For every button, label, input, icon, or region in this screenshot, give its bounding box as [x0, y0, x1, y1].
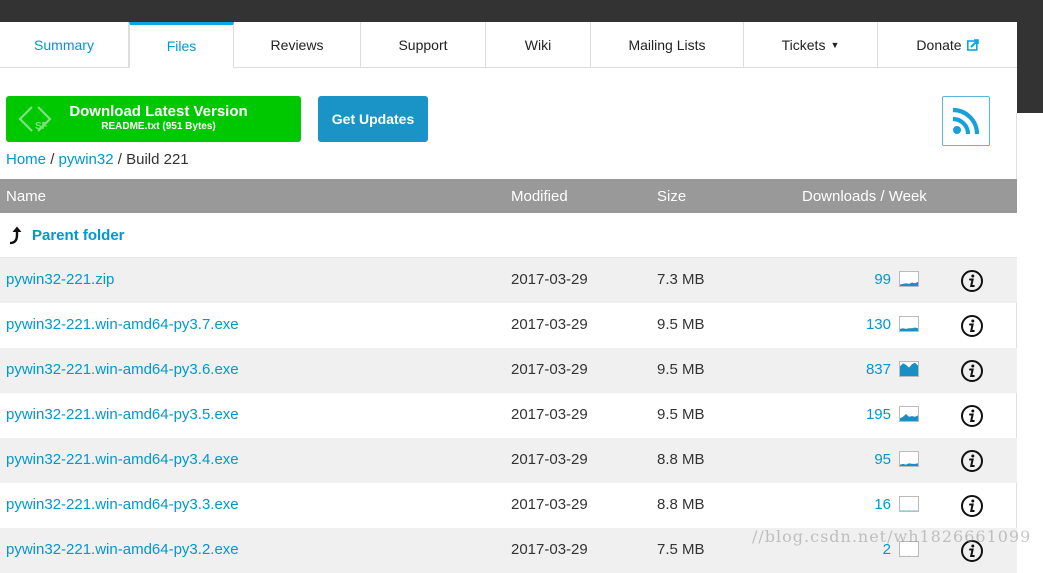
file-modified: 2017-03-29	[511, 361, 588, 378]
file-downloads-link[interactable]: 16	[874, 496, 891, 513]
file-size: 8.8 MB	[657, 451, 705, 468]
file-modified: 2017-03-29	[511, 541, 588, 558]
files-table-header: Name Modified Size Downloads / Week	[0, 179, 1017, 213]
download-trend-sparkline	[899, 361, 919, 377]
info-icon[interactable]	[960, 404, 984, 428]
column-header-name[interactable]: Name	[6, 188, 46, 205]
parent-folder-arrow-icon	[8, 225, 24, 245]
right-dark-strip	[1017, 22, 1043, 113]
table-row: pywin32-221.win-amd64-py3.7.exe 2017-03-2…	[0, 303, 1017, 348]
caret-down-icon: ▼	[830, 40, 839, 50]
download-trend-sparkline	[899, 451, 919, 467]
info-icon[interactable]	[960, 449, 984, 473]
breadcrumb-separator: /	[118, 151, 122, 168]
external-edit-icon	[967, 39, 979, 51]
file-name-link[interactable]: pywin32-221.win-amd64-py3.7.exe	[6, 316, 239, 333]
file-name-link[interactable]: pywin32-221.zip	[6, 271, 114, 288]
tab-tickets[interactable]: Tickets ▼	[744, 22, 878, 68]
info-icon[interactable]	[960, 359, 984, 383]
breadcrumb: Home / pywin32 / Build 221	[6, 151, 189, 168]
file-size: 9.5 MB	[657, 406, 705, 423]
top-bar	[0, 0, 1043, 22]
tab-summary-label: Summary	[34, 37, 94, 53]
project-tabs: Summary Files Reviews Support Wiki Maili…	[0, 22, 1017, 68]
tab-donate-label: Donate	[916, 37, 961, 53]
file-downloads-link[interactable]: 95	[874, 451, 891, 468]
file-modified: 2017-03-29	[511, 406, 588, 423]
download-trend-sparkline	[899, 271, 919, 287]
tab-tickets-label: Tickets	[782, 37, 826, 53]
download-trend-sparkline	[899, 496, 919, 512]
table-row: pywin32-221.win-amd64-py3.3.exe 2017-03-2…	[0, 483, 1017, 528]
rss-icon	[951, 106, 981, 136]
file-name-link[interactable]: pywin32-221.win-amd64-py3.3.exe	[6, 496, 239, 513]
tab-mailing-lists[interactable]: Mailing Lists	[591, 22, 744, 68]
tab-files[interactable]: Files	[129, 22, 234, 68]
file-size: 7.3 MB	[657, 271, 705, 288]
tab-reviews[interactable]: Reviews	[234, 22, 361, 68]
tab-wiki[interactable]: Wiki	[486, 22, 591, 68]
download-trend-sparkline	[899, 406, 919, 422]
tab-mailing-lists-label: Mailing Lists	[628, 37, 705, 53]
download-latest-subtitle: README.txt (951 Bytes)	[6, 121, 301, 132]
download-latest-title: Download Latest Version	[6, 103, 301, 120]
parent-folder-row[interactable]: Parent folder	[0, 213, 1017, 258]
rss-feed-button[interactable]	[942, 96, 990, 146]
file-downloads-link[interactable]: 837	[866, 361, 891, 378]
table-row: pywin32-221.win-amd64-py3.4.exe 2017-03-2…	[0, 438, 1017, 483]
tab-support-label: Support	[398, 37, 447, 53]
file-size: 7.5 MB	[657, 541, 705, 558]
file-downloads-link[interactable]: 130	[866, 316, 891, 333]
breadcrumb-current: Build 221	[126, 151, 189, 168]
tab-support[interactable]: Support	[361, 22, 486, 68]
info-icon[interactable]	[960, 494, 984, 518]
breadcrumb-home-link[interactable]: Home	[6, 151, 46, 168]
file-modified: 2017-03-29	[511, 316, 588, 333]
file-downloads-link[interactable]: 99	[874, 271, 891, 288]
breadcrumb-project-link[interactable]: pywin32	[59, 151, 114, 168]
file-name-link[interactable]: pywin32-221.win-amd64-py3.6.exe	[6, 361, 239, 378]
info-icon[interactable]	[960, 314, 984, 338]
info-icon[interactable]	[960, 269, 984, 293]
file-name-link[interactable]: pywin32-221.win-amd64-py3.5.exe	[6, 406, 239, 423]
tab-files-label: Files	[167, 38, 197, 54]
file-modified: 2017-03-29	[511, 496, 588, 513]
parent-folder-link[interactable]: Parent folder	[32, 227, 125, 244]
file-modified: 2017-03-29	[511, 451, 588, 468]
tab-summary[interactable]: Summary	[0, 22, 129, 68]
tab-donate[interactable]: Donate	[878, 22, 1017, 68]
file-name-link[interactable]: pywin32-221.win-amd64-py3.4.exe	[6, 451, 239, 468]
file-name-link[interactable]: pywin32-221.win-amd64-py3.2.exe	[6, 541, 239, 558]
file-size: 9.5 MB	[657, 361, 705, 378]
watermark: //blog.csdn.net/wh1826661099	[752, 527, 1031, 546]
file-downloads-link[interactable]: 195	[866, 406, 891, 423]
file-size: 8.8 MB	[657, 496, 705, 513]
table-row: pywin32-221.zip 2017-03-29 7.3 MB 99	[0, 258, 1017, 303]
get-updates-button[interactable]: Get Updates	[318, 96, 428, 142]
tab-wiki-label: Wiki	[525, 37, 551, 53]
breadcrumb-separator: /	[50, 151, 54, 168]
tab-reviews-label: Reviews	[271, 37, 324, 53]
table-row: pywin32-221.win-amd64-py3.5.exe 2017-03-2…	[0, 393, 1017, 438]
column-header-size[interactable]: Size	[657, 188, 686, 205]
column-header-downloads[interactable]: Downloads / Week	[802, 188, 927, 205]
download-latest-button[interactable]: SF Download Latest Version README.txt (9…	[6, 96, 301, 142]
file-modified: 2017-03-29	[511, 271, 588, 288]
table-row: pywin32-221.win-amd64-py3.6.exe 2017-03-2…	[0, 348, 1017, 393]
column-header-modified[interactable]: Modified	[511, 188, 568, 205]
file-size: 9.5 MB	[657, 316, 705, 333]
download-trend-sparkline	[899, 316, 919, 332]
